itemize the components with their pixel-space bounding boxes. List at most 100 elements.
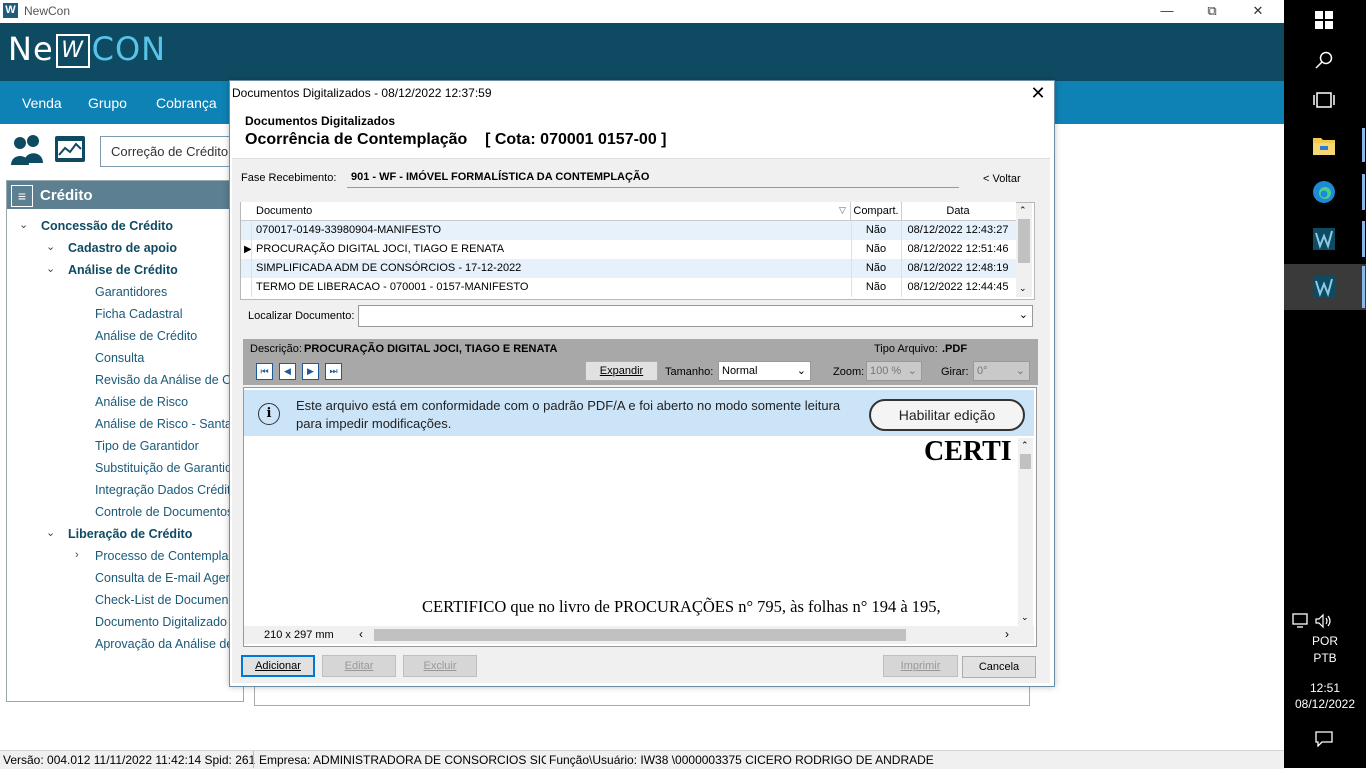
chevron-down-icon[interactable]: ⌄ (46, 262, 55, 275)
grid-header-documento[interactable]: Documento (252, 202, 851, 221)
sidebar-item-cadastro-apoio[interactable]: Cadastro de apoio (68, 241, 177, 255)
minimize-button[interactable]: — (1152, 2, 1182, 20)
next-page-icon[interactable]: ▶ (302, 363, 319, 380)
table-row[interactable]: ▶ PROCURAÇÃO DIGITAL JOCI, TIAGO E RENAT… (241, 240, 1016, 259)
chevron-down-icon[interactable]: ⌄ (19, 218, 28, 231)
volume-icon[interactable] (1315, 613, 1333, 629)
chevron-down-icon[interactable]: ⌄ (1019, 308, 1028, 321)
localizar-combo[interactable]: ⌄ (358, 305, 1033, 327)
chevron-down-icon[interactable]: ⌄ (46, 526, 55, 539)
sidebar-item-analise-credito[interactable]: Análise de Crédito (68, 263, 178, 277)
sidebar-item-ficha-cadastral[interactable]: Ficha Cadastral (95, 307, 230, 321)
scroll-up-icon[interactable]: ⌃ (1019, 205, 1027, 216)
window-titlebar: W NewCon — ⧉ ✕ (0, 0, 1284, 23)
scroll-left-icon[interactable]: ‹ (359, 627, 363, 641)
maximize-button[interactable]: ⧉ (1197, 2, 1227, 20)
grid-scrollbar[interactable]: ⌃ ⌄ (1016, 203, 1032, 297)
scroll-thumb[interactable] (1020, 454, 1031, 469)
sidebar-item-documento-digitalizado[interactable]: Documento Digitalizado (95, 615, 230, 629)
sidebar-item-integracao-dados[interactable]: Integração Dados Crédit (95, 483, 230, 497)
clock-date[interactable]: 08/12/2022 (1284, 697, 1366, 711)
sidebar-item-substituicao-garantia[interactable]: Substituição de Garantic (95, 461, 230, 475)
notification-icon[interactable] (1315, 731, 1333, 747)
sidebar-item-analise-risco-santa[interactable]: Análise de Risco - Santa (95, 417, 230, 431)
window-title: NewCon (24, 4, 71, 18)
scroll-thumb[interactable] (1018, 219, 1030, 263)
search-input[interactable]: Correção de Crédito (100, 136, 242, 167)
cancela-button[interactable]: Cancela (962, 656, 1036, 678)
table-row[interactable]: 070017-0149-33980904-MANIFESTO Não 08/12… (241, 221, 1016, 240)
cell-data: 08/12/2022 12:44:45 (907, 281, 1009, 293)
scroll-thumb[interactable] (374, 629, 906, 641)
sidebar-item-analise-de-credito[interactable]: Análise de Crédito (95, 329, 230, 343)
cell-compart: Não (865, 224, 887, 236)
grid-divider (251, 221, 252, 297)
clock-time[interactable]: 12:51 (1284, 681, 1366, 695)
cell-data: 08/12/2022 12:51:46 (907, 243, 1009, 255)
tamanho-select[interactable]: Normal ⌄ (718, 361, 811, 381)
dialog-heading: Ocorrência de Contemplação [ Cota: 07000… (245, 131, 667, 148)
sidebar-item-aprovacao-analise[interactable]: Aprovação da Análise de (95, 637, 230, 651)
sidebar-item-check-list[interactable]: Check-List de Documen (95, 593, 230, 607)
filter-icon[interactable]: ▽ (839, 205, 846, 216)
last-page-icon[interactable]: ⏭ (325, 363, 342, 380)
sidebar-item-consulta[interactable]: Consulta (95, 351, 230, 365)
sidebar-item-revisao-analise[interactable]: Revisão da Análise de C (95, 373, 230, 387)
expandir-button[interactable]: Expandir (585, 361, 658, 381)
close-button[interactable]: ✕ (1243, 2, 1273, 20)
keyboard-layout-indicator[interactable]: PTB (1284, 651, 1366, 665)
sidebar-item-consulta-email[interactable]: Consulta de E-mail Agen (95, 571, 230, 585)
language-indicator[interactable]: POR (1284, 634, 1366, 648)
dialog-title: Documentos Digitalizados - 08/12/2022 12… (232, 86, 492, 100)
sidebar-item-tipo-garantidor[interactable]: Tipo de Garantidor (95, 439, 230, 453)
cell-data: 08/12/2022 12:48:19 (907, 262, 1009, 274)
file-explorer-icon[interactable] (1312, 134, 1336, 156)
task-view-icon[interactable] (1313, 91, 1335, 109)
voltar-link[interactable]: < Voltar (983, 173, 1021, 185)
girar-label: Girar: (941, 366, 969, 378)
search-icon[interactable] (1315, 51, 1333, 69)
report-icon[interactable] (53, 133, 87, 167)
sidebar-item-liberacao-credito[interactable]: Liberação de Crédito (68, 527, 192, 541)
table-row[interactable]: TERMO DE LIBERACAO - 070001 - 0157-MANIF… (241, 278, 1016, 297)
windows-start-icon[interactable] (1315, 11, 1333, 29)
menu-cobranca[interactable]: Cobrança (156, 95, 217, 111)
previous-page-icon[interactable]: ◀ (279, 363, 296, 380)
sidebar-header: ≡ Crédito (7, 181, 237, 209)
sidebar-item-garantidores[interactable]: Garantidores (95, 285, 230, 299)
sidebar-item-processo-contemplacao[interactable]: Processo de Contempla (95, 549, 230, 563)
network-icon[interactable] (1292, 613, 1310, 629)
sidebar-item-concessao[interactable]: Concessão de Crédito (41, 219, 173, 233)
dialog-close-icon[interactable]: ✕ (1027, 82, 1049, 104)
users-icon[interactable] (10, 133, 44, 167)
habilitar-edicao-button[interactable]: Habilitar edição (869, 399, 1025, 431)
pdf-horizontal-scrollbar[interactable]: ‹ › (244, 626, 1034, 644)
chevron-right-icon[interactable]: › (75, 549, 79, 561)
status-user: Função\Usuário: IW38 \0000003375 CICERO … (549, 753, 934, 767)
dialog-subtitle: Documentos Digitalizados (245, 114, 396, 128)
scroll-down-icon[interactable]: ⌄ (1019, 283, 1027, 294)
newcon-app-icon[interactable] (1312, 275, 1336, 299)
newcon-app-icon[interactable] (1312, 227, 1336, 251)
grid-header-compart[interactable]: Compart. (851, 202, 902, 221)
pdf-vertical-scrollbar[interactable]: ⌃ ⌄ (1018, 438, 1033, 626)
sidebar-item-controle-documentos[interactable]: Controle de Documentos (95, 505, 230, 519)
chevron-down-icon[interactable]: ⌄ (46, 240, 55, 253)
grid-header-data[interactable]: Data (902, 202, 1014, 221)
status-bar: Versão: 004.012 11/11/2022 11:42:14 Spid… (0, 750, 1284, 769)
table-row[interactable]: SIMPLIFICADA ADM DE CONSÓRCIOS - 17-12-2… (241, 259, 1016, 278)
scroll-right-icon[interactable]: › (1005, 627, 1009, 641)
first-page-icon[interactable]: ⏮ (256, 363, 273, 380)
taskbar-active-indicator (1362, 128, 1365, 162)
edge-browser-icon[interactable] (1312, 180, 1336, 204)
descricao-value: PROCURAÇÃO DIGITAL JOCI, TIAGO E RENATA (304, 343, 558, 355)
menu-venda[interactable]: Venda (22, 95, 62, 111)
menu-grupo[interactable]: Grupo (88, 95, 127, 111)
sidebar-item-analise-risco[interactable]: Análise de Risco (95, 395, 230, 409)
hamburger-icon[interactable]: ≡ (11, 185, 33, 207)
scroll-down-icon[interactable]: ⌄ (1021, 612, 1029, 623)
scroll-up-icon[interactable]: ⌃ (1021, 440, 1029, 451)
info-icon: i (258, 403, 280, 425)
adicionar-button[interactable]: Adicionar (241, 655, 315, 677)
zoom-select: 100 % ⌄ (866, 361, 922, 381)
